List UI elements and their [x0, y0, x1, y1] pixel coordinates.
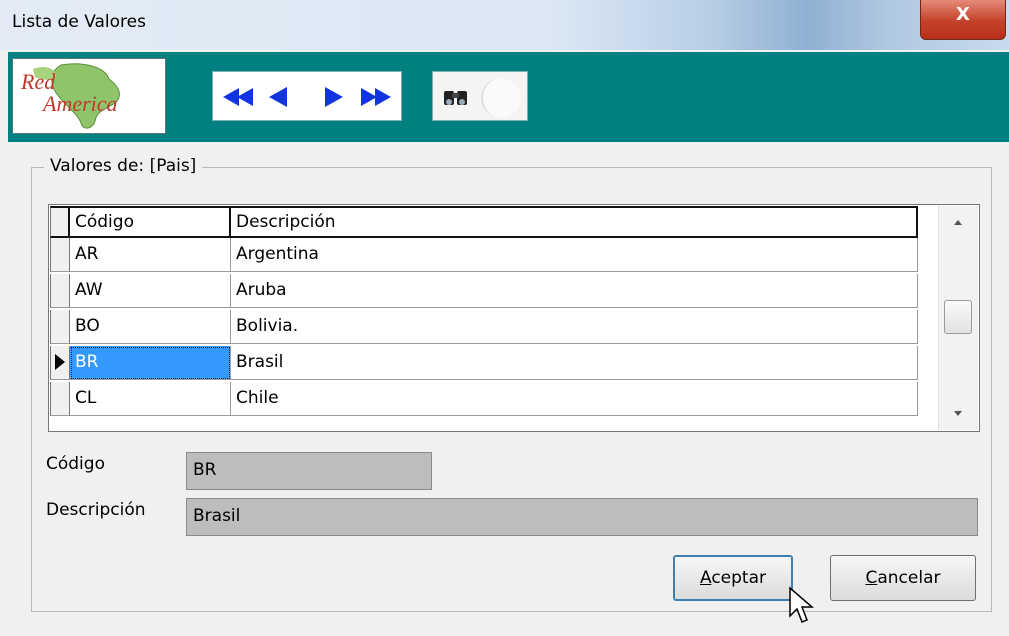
- column-header-descripcion[interactable]: Descripción: [229, 206, 918, 238]
- last-record-button[interactable]: [355, 80, 395, 114]
- double-right-arrow-icon: [361, 88, 391, 106]
- table-cell-description[interactable]: Argentina: [231, 238, 918, 272]
- scroll-thumb[interactable]: [944, 300, 972, 334]
- aceptar-button[interactable]: Aceptar: [673, 555, 793, 601]
- row-selector[interactable]: [50, 274, 70, 308]
- grid-header: Código Descripción: [50, 206, 918, 238]
- mouse-cursor-icon: [788, 586, 816, 628]
- left-arrow-icon: [269, 87, 287, 107]
- svg-text:America: America: [41, 91, 118, 116]
- row-selector-current[interactable]: [50, 346, 70, 380]
- scroll-up-icon: [954, 220, 962, 225]
- cancelar-button[interactable]: Cancelar: [830, 555, 976, 601]
- descripcion-field: Brasil: [186, 498, 978, 536]
- codigo-label: Código: [46, 454, 105, 474]
- window-title: Lista de Valores: [12, 12, 146, 32]
- logo-map-icon: Red America: [20, 63, 120, 129]
- table-cell-code[interactable]: BO: [70, 310, 231, 344]
- first-record-button[interactable]: [219, 80, 259, 114]
- current-row-arrow-icon: [55, 354, 65, 370]
- search-group: [432, 71, 528, 121]
- right-arrow-icon: [325, 87, 343, 107]
- row-selector[interactable]: [50, 238, 70, 272]
- grid-body: AR Argentina AW Aruba BO Bolivia. BR Bra…: [50, 238, 918, 418]
- table-cell-code-selected[interactable]: BR: [70, 346, 231, 380]
- previous-record-button[interactable]: [261, 80, 301, 114]
- row-selector[interactable]: [50, 382, 70, 416]
- navigation-group: [212, 71, 402, 121]
- table-cell-code[interactable]: AW: [70, 274, 231, 308]
- table-cell-code[interactable]: AR: [70, 238, 231, 272]
- row-selector[interactable]: [50, 310, 70, 344]
- table-cell-description[interactable]: Brasil: [231, 346, 918, 380]
- filter-toggle-button[interactable]: [481, 78, 521, 118]
- scroll-up-button[interactable]: [950, 214, 966, 230]
- codigo-field: BR: [186, 452, 432, 490]
- logo: Red America: [12, 58, 166, 134]
- table-cell-description[interactable]: Bolivia.: [231, 310, 918, 344]
- groupbox-legend: Valores de: [Pais]: [44, 156, 203, 176]
- descripcion-label: Descripción: [46, 500, 146, 520]
- title-bar: [0, 0, 1009, 50]
- scroll-down-icon: [954, 411, 962, 416]
- table-cell-description[interactable]: Aruba: [231, 274, 918, 308]
- double-left-arrow-icon: [223, 88, 253, 106]
- scroll-down-button[interactable]: [950, 406, 966, 422]
- search-button[interactable]: [441, 82, 471, 112]
- close-button[interactable]: X: [920, 0, 1006, 40]
- column-header-codigo[interactable]: Código: [68, 206, 231, 238]
- table-cell-code[interactable]: CL: [70, 382, 231, 416]
- table-cell-description[interactable]: Chile: [231, 382, 918, 416]
- next-record-button[interactable]: [313, 80, 353, 114]
- binoculars-icon: [444, 91, 467, 105]
- header-selector: [50, 206, 70, 238]
